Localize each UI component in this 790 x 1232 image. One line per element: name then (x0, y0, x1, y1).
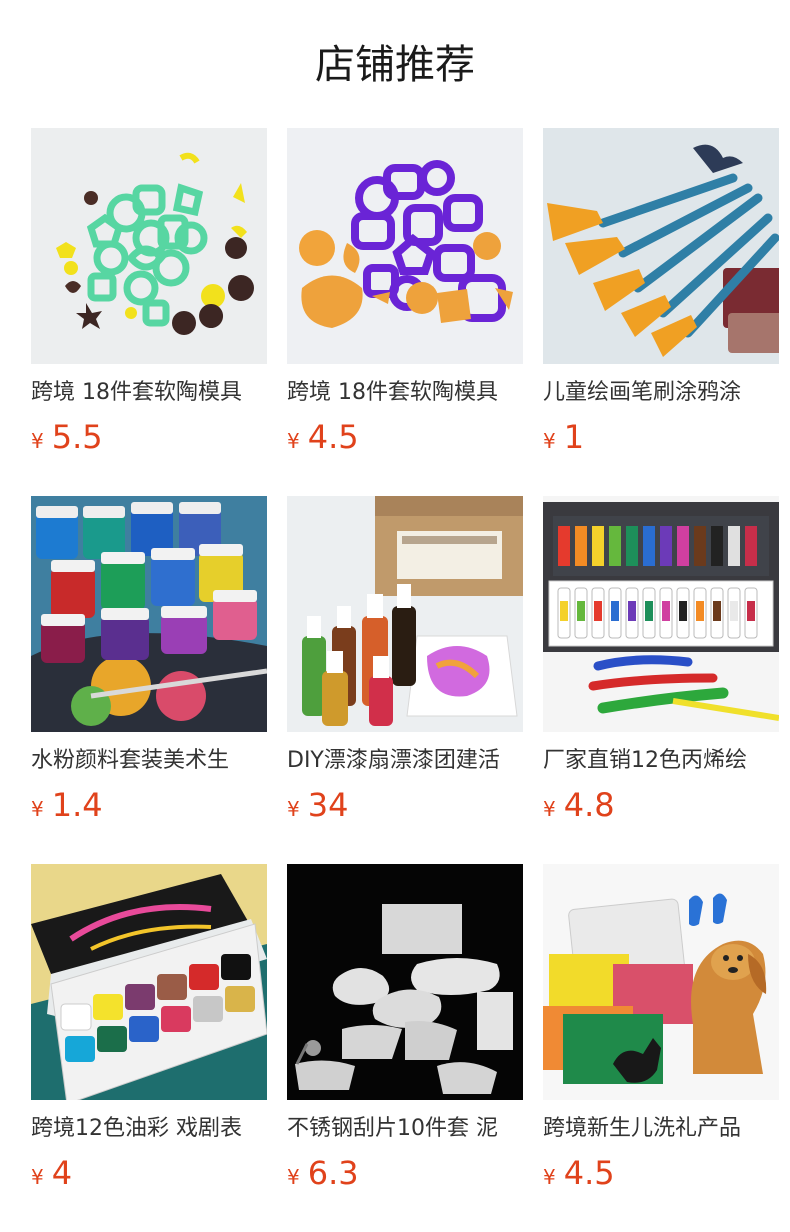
product-name[interactable]: 水粉颜料套装美术生 (31, 746, 267, 776)
product-image-acrylic-paint-tubes[interactable] (543, 496, 779, 732)
product-image-marbling-paint-bottles[interactable] (287, 496, 523, 732)
product-card[interactable]: 跨境 18件套软陶模具 ¥5.5 (31, 128, 267, 476)
product-card[interactable]: 厂家直销12色丙烯绘 ¥4.8 (543, 496, 779, 844)
product-image-paint-brushes[interactable] (543, 128, 779, 364)
product-card[interactable]: 儿童绘画笔刷涂鸦涂 ¥1 (543, 128, 779, 476)
product-price: ¥4.8 (543, 786, 615, 824)
product-name[interactable]: 跨境12色油彩 戏剧表 (31, 1114, 267, 1144)
product-name[interactable]: 跨境新生儿洗礼产品 (543, 1114, 779, 1144)
product-name[interactable]: 跨境 18件套软陶模具 (31, 378, 267, 408)
product-card[interactable]: 水粉颜料套装美术生 ¥1.4 (31, 496, 267, 844)
product-image-gouache-paint-jars[interactable] (31, 496, 267, 732)
product-price: ¥34 (287, 786, 349, 824)
product-card[interactable]: 跨境新生儿洗礼产品 ¥4.5 (543, 864, 779, 1212)
product-price: ¥5.5 (31, 418, 103, 456)
product-name[interactable]: 跨境 18件套软陶模具 (287, 378, 523, 408)
page-title: 店铺推荐 (315, 42, 475, 88)
product-card[interactable]: 跨境12色油彩 戏剧表 ¥4 (31, 864, 267, 1212)
product-name[interactable]: 儿童绘画笔刷涂鸦涂 (543, 378, 779, 408)
product-name[interactable]: 不锈钢刮片10件套 泥 (287, 1114, 523, 1144)
product-card[interactable]: DIY漂漆扇漂漆团建活 ¥34 (287, 496, 523, 844)
product-name[interactable]: 厂家直销12色丙烯绘 (543, 746, 779, 776)
product-image-green-clay-cutters[interactable] (31, 128, 267, 364)
product-image-purple-clay-cutters[interactable] (287, 128, 523, 364)
product-name[interactable]: DIY漂漆扇漂漆团建活 (287, 746, 523, 776)
product-price: ¥4.5 (543, 1154, 615, 1192)
product-price: ¥1 (543, 418, 585, 456)
product-image-baby-ink-pad[interactable] (543, 864, 779, 1100)
product-card[interactable]: 跨境 18件套软陶模具 ¥4.5 (287, 128, 523, 476)
product-price: ¥1.4 (31, 786, 103, 824)
product-price: ¥4 (31, 1154, 73, 1192)
product-image-steel-scrapers[interactable] (287, 864, 523, 1100)
product-price: ¥4.5 (287, 418, 359, 456)
product-price: ¥6.3 (287, 1154, 359, 1192)
product-card[interactable]: 不锈钢刮片10件套 泥 ¥6.3 (287, 864, 523, 1212)
product-image-face-paint-palette[interactable] (31, 864, 267, 1100)
